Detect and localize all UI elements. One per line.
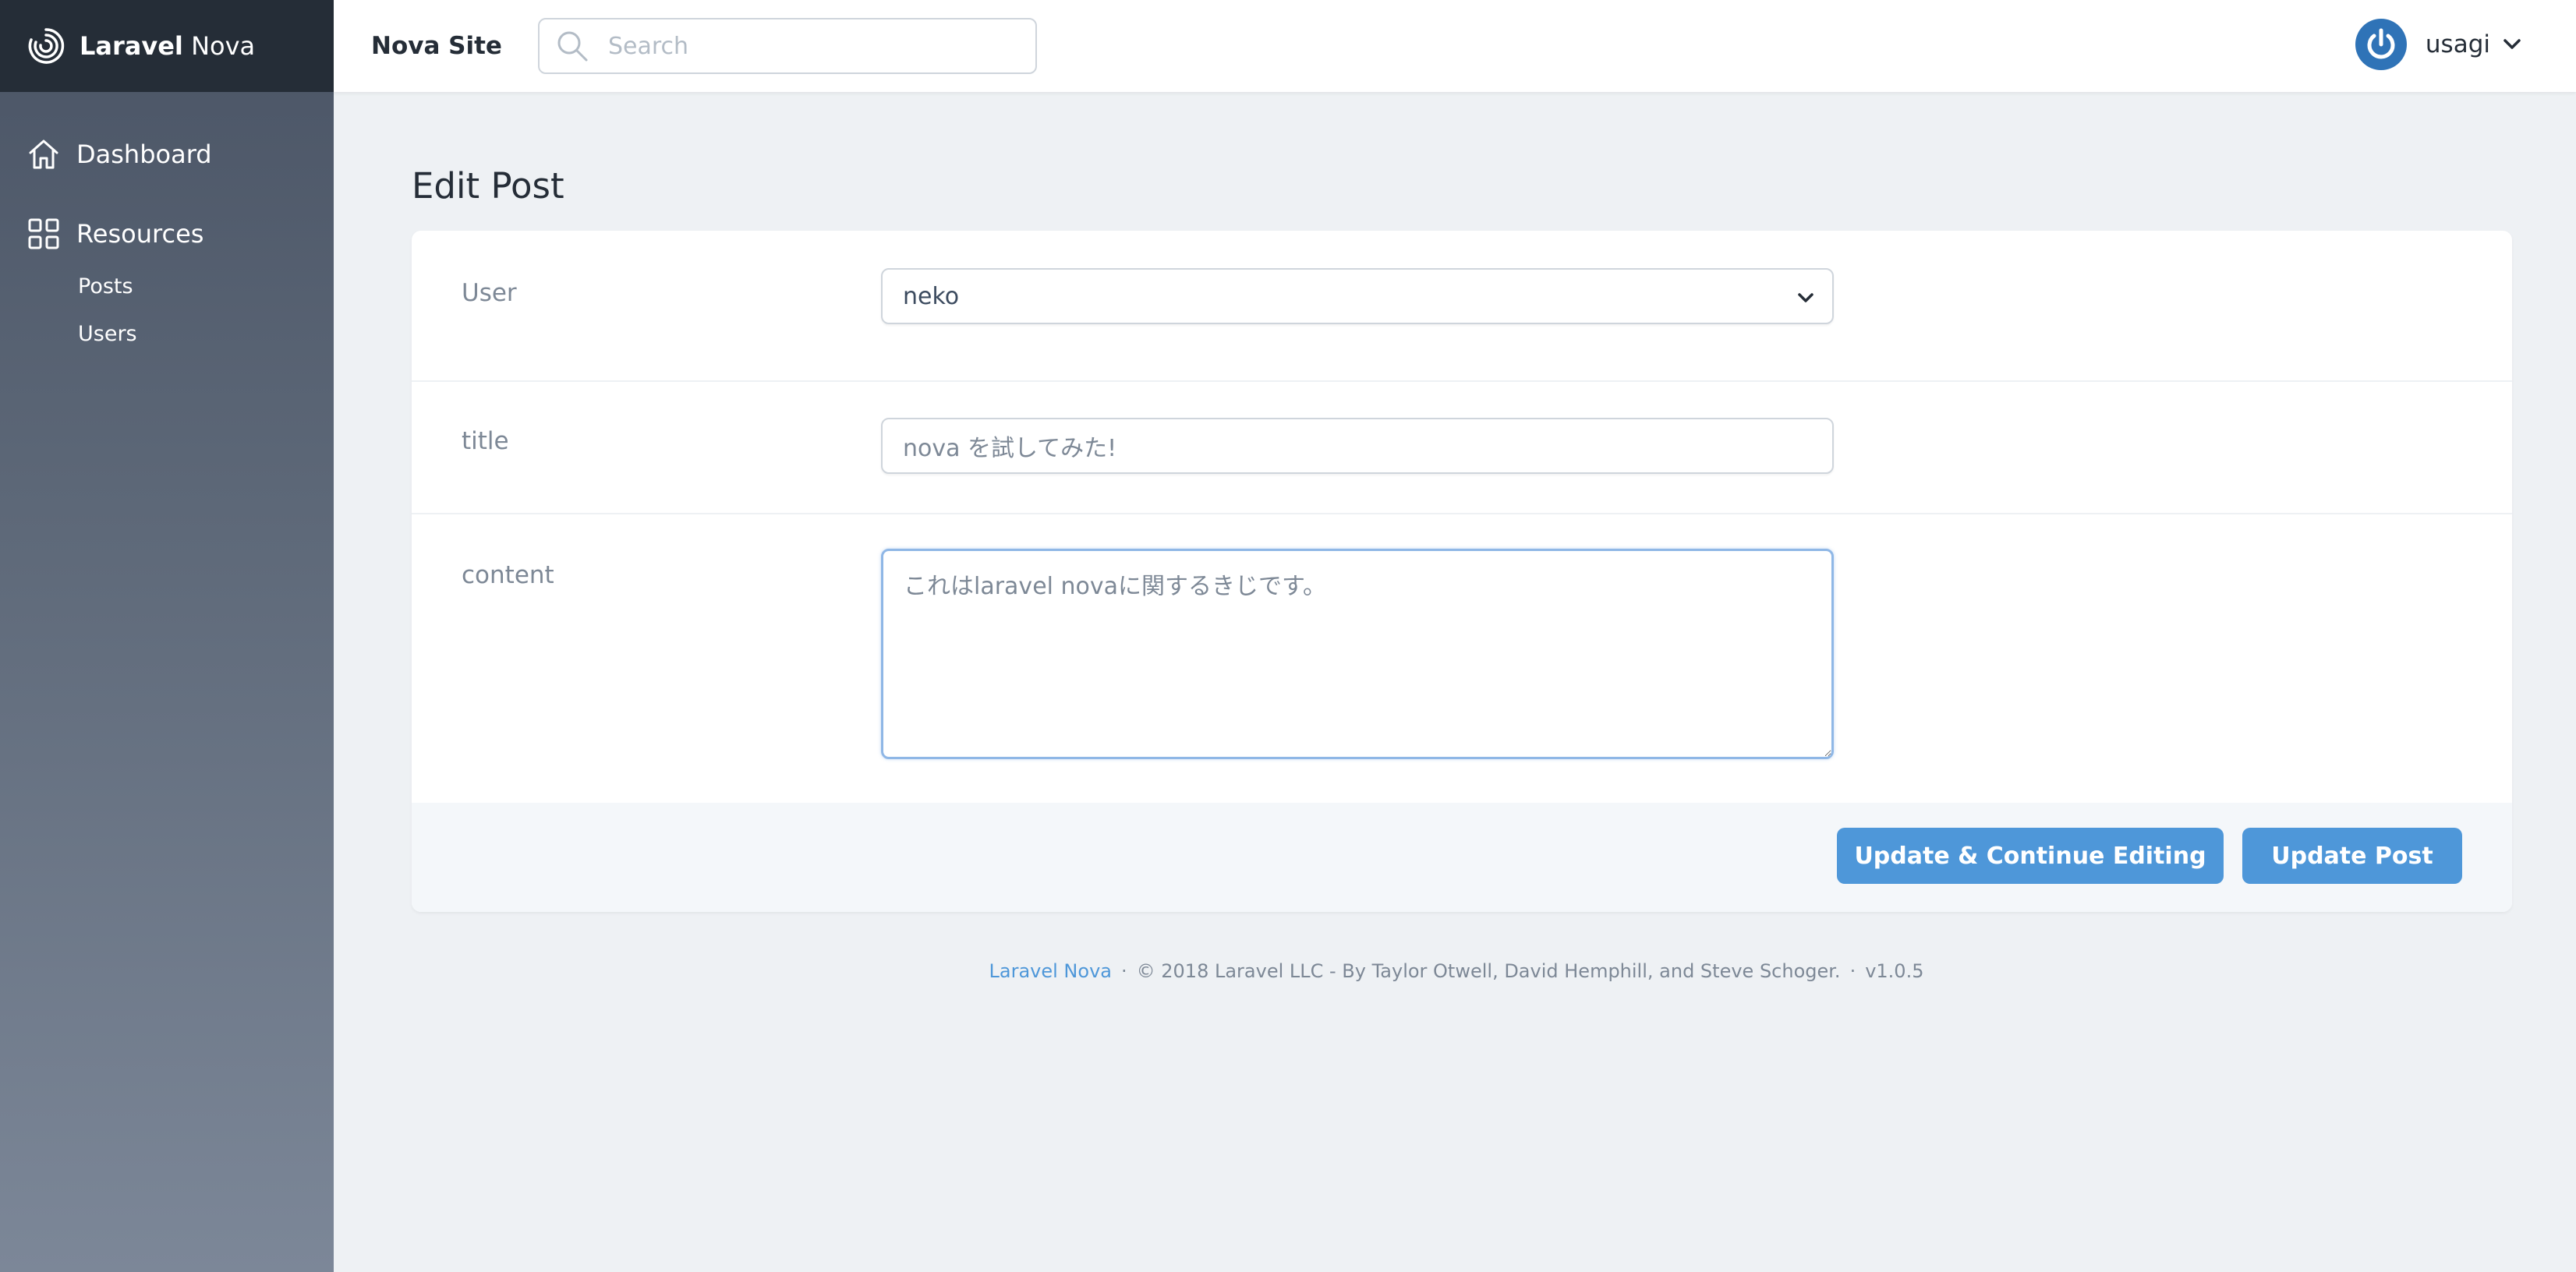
- footer-separator: ·: [1120, 960, 1127, 982]
- footer-separator: ·: [1849, 960, 1856, 982]
- title-field-label: title: [462, 427, 509, 455]
- edit-form-card: User neko title content これはlaravel novaに…: [412, 231, 2512, 912]
- sidebar-item-resources[interactable]: Resources: [0, 217, 334, 251]
- site-footer: Laravel Nova · © 2018 Laravel LLC - By Tay…: [334, 960, 2576, 982]
- chevron-down-icon: [1798, 293, 1813, 302]
- user-select[interactable]: neko: [881, 268, 1834, 324]
- content-field-label: content: [462, 561, 554, 589]
- footer-nova-link[interactable]: Laravel Nova: [989, 960, 1112, 982]
- search-input[interactable]: [607, 32, 1014, 60]
- update-post-button[interactable]: Update Post: [2242, 828, 2462, 884]
- footer-copyright: © 2018 Laravel LLC - By Taylor Otwell, D…: [1136, 960, 1841, 982]
- brand-name: Laravel Nova: [80, 31, 256, 61]
- username: usagi: [2425, 30, 2490, 58]
- site-name: Nova Site: [371, 32, 502, 60]
- footer-version: v1.0.5: [1865, 960, 1924, 982]
- sidebar-item-label: Resources: [76, 219, 204, 249]
- field-row-user: User neko: [412, 231, 2512, 382]
- field-row-content: content これはlaravel novaに関するきじです。: [412, 514, 2512, 803]
- user-select-value: neko: [903, 282, 960, 310]
- user-menu[interactable]: usagi: [2355, 19, 2523, 70]
- page-title: Edit Post: [412, 165, 564, 207]
- power-icon: [2367, 28, 2395, 59]
- content-textarea[interactable]: これはlaravel novaに関するきじです。: [881, 549, 1834, 759]
- chevron-down-icon: [2503, 39, 2521, 49]
- update-continue-button[interactable]: Update & Continue Editing: [1837, 828, 2224, 884]
- sidebar: Laravel Nova Dashboard Resources Posts U…: [0, 0, 334, 1272]
- sidebar-item-users[interactable]: Users: [0, 322, 334, 346]
- sidebar-item-dashboard[interactable]: Dashboard: [0, 137, 334, 171]
- sidebar-item-posts[interactable]: Posts: [0, 274, 334, 299]
- grid-icon: [28, 218, 59, 249]
- search-icon: [557, 31, 588, 62]
- sidebar-item-label: Dashboard: [76, 140, 212, 169]
- top-header: Nova Site usagi: [334, 0, 2576, 92]
- title-input[interactable]: [881, 418, 1834, 474]
- brand[interactable]: Laravel Nova: [0, 0, 334, 92]
- global-search[interactable]: [537, 18, 1037, 74]
- user-field-label: User: [462, 279, 517, 307]
- nova-logo-icon: [28, 28, 65, 64]
- avatar: [2355, 19, 2407, 70]
- form-actions: Update & Continue Editing Update Post: [412, 803, 2512, 912]
- field-row-title: title: [412, 382, 2512, 514]
- home-icon: [29, 140, 58, 169]
